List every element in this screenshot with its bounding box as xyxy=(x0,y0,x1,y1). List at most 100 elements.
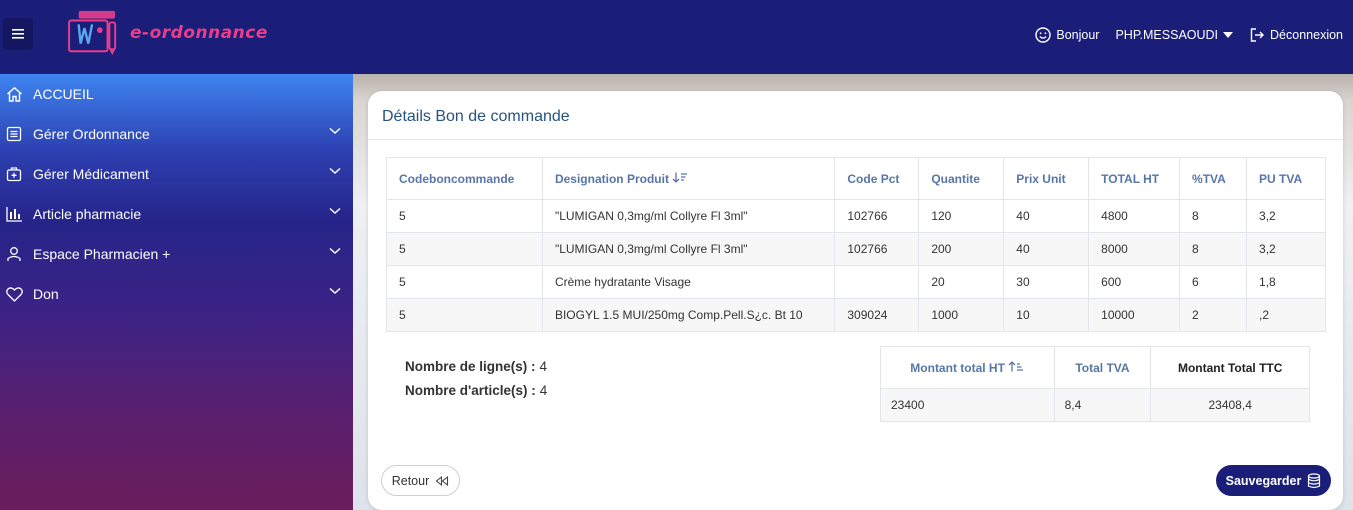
sort-asc-icon xyxy=(1008,360,1024,371)
cell-designation: Crème hydratante Visage xyxy=(541,265,836,299)
sidebar-item-label: Espace Pharmacien + xyxy=(33,246,171,262)
cell-pu-tva: 3,2 xyxy=(1246,199,1326,233)
cell-code: 5 xyxy=(386,265,543,299)
caret-down-icon xyxy=(1223,32,1234,38)
cell-montant-ht: 23400 xyxy=(880,388,1055,422)
cell-prix-unit: 40 xyxy=(1003,199,1090,233)
sidebar-item-label: Article pharmacie xyxy=(33,206,142,222)
cell-quantite: 120 xyxy=(918,199,1005,233)
chevron-down-icon xyxy=(329,207,341,215)
sidebar-item-accueil[interactable]: ACCUEIL xyxy=(0,74,353,114)
save-button[interactable]: Sauvegarder xyxy=(1216,465,1331,496)
logout-icon xyxy=(1250,28,1265,42)
sidebar-item-article-pharmacie[interactable]: Article pharmacie xyxy=(0,194,353,234)
cell-tva: 2 xyxy=(1179,298,1248,332)
list-icon xyxy=(5,125,23,143)
cell-tva: 8 xyxy=(1179,199,1248,233)
sidebar-item-label: Gérer Médicament xyxy=(33,166,149,182)
sidebar-item-espace-pharmacien[interactable]: Espace Pharmacien + xyxy=(0,234,353,274)
col-header-total-ht[interactable]: TOTAL HT xyxy=(1088,157,1181,200)
back-button[interactable]: Retour xyxy=(381,465,460,496)
page-title: Détails Bon de commande xyxy=(382,108,570,125)
logo-text: e-ordonnance xyxy=(130,23,268,43)
table-row[interactable]: 5 Crème hydratante Visage 20 30 600 6 1,… xyxy=(386,265,1326,299)
cell-designation: "LUMIGAN 0,3mg/ml Collyre Fl 3ml" xyxy=(541,232,836,266)
totals-header-row: Montant total HT Total TVA Montant Total… xyxy=(880,346,1310,389)
table-row[interactable]: 5 BIOGYL 1.5 MUI/250mg Comp.Pell.S¿c. Bt… xyxy=(386,298,1326,332)
order-lines-table: Codeboncommande Designation Produit Code… xyxy=(386,157,1326,332)
app-logo[interactable]: e-ordonnance xyxy=(66,8,268,58)
top-bar: e-ordonnance Bonjour PHP.MESSAOUDI Décon… xyxy=(0,0,1353,74)
table-header-row: Codeboncommande Designation Produit Code… xyxy=(386,157,1326,200)
table-row[interactable]: 5 "LUMIGAN 0,3mg/ml Collyre Fl 3ml" 1027… xyxy=(386,232,1326,266)
sidebar-item-label: Gérer Ordonnance xyxy=(33,126,150,142)
medical-kit-icon xyxy=(5,165,23,183)
logout-label: Déconnexion xyxy=(1270,28,1343,42)
order-summary: Nombre de ligne(s) :4 Nombre d'article(s… xyxy=(405,355,547,403)
cell-code: 5 xyxy=(386,298,543,332)
chevron-down-icon xyxy=(329,127,341,135)
home-icon xyxy=(5,85,23,103)
chevron-down-icon xyxy=(329,167,341,175)
table-row[interactable]: 23400 8,4 23408,4 xyxy=(880,388,1310,422)
col-header-prix-unit[interactable]: Prix Unit xyxy=(1003,157,1090,200)
cell-total-ht: 4800 xyxy=(1088,199,1181,233)
article-count: Nombre d'article(s) :4 xyxy=(405,379,547,403)
cell-tva: 8 xyxy=(1179,232,1248,266)
chevron-down-icon xyxy=(329,247,341,255)
cell-montant-ttc: 23408,4 xyxy=(1150,388,1310,422)
col-header-montant-total-ht[interactable]: Montant total HT xyxy=(880,346,1055,389)
sidebar-item-gerer-ordonnance[interactable]: Gérer Ordonnance xyxy=(0,114,353,154)
logo-mark-icon xyxy=(68,10,117,56)
col-header-code-pct[interactable]: Code Pct xyxy=(834,157,920,200)
sort-desc-icon xyxy=(672,172,688,183)
sidebar-item-label: Don xyxy=(33,286,59,302)
col-header-tva[interactable]: %TVA xyxy=(1179,157,1248,200)
cell-pu-tva: 3,2 xyxy=(1246,232,1326,266)
hamburger-icon xyxy=(12,29,24,39)
user-icon xyxy=(5,245,23,263)
col-header-montant-total-ttc[interactable]: Montant Total TTC xyxy=(1150,346,1310,389)
user-name: PHP.MESSAOUDI xyxy=(1115,28,1219,42)
cell-code: 5 xyxy=(386,232,543,266)
cell-total-tva: 8,4 xyxy=(1053,388,1152,422)
col-header-total-tva[interactable]: Total TVA xyxy=(1053,346,1152,389)
user-menu-dropdown[interactable]: PHP.MESSAOUDI xyxy=(1115,28,1234,42)
cell-total-ht: 8000 xyxy=(1088,232,1181,266)
cell-code: 5 xyxy=(386,199,543,233)
cell-code-pct: 102766 xyxy=(834,199,920,233)
col-header-quantite[interactable]: Quantite xyxy=(918,157,1005,200)
sidebar-item-don[interactable]: Don xyxy=(0,274,353,314)
database-icon xyxy=(1308,472,1321,488)
cell-total-ht: 600 xyxy=(1088,265,1181,299)
heart-icon xyxy=(5,285,23,303)
col-header-pu-tva[interactable]: PU TVA xyxy=(1246,157,1326,200)
menu-toggle-button[interactable] xyxy=(3,18,33,50)
cell-tva: 6 xyxy=(1179,265,1248,299)
cell-pu-tva: ,2 xyxy=(1246,298,1326,332)
logout-link[interactable]: Déconnexion xyxy=(1249,27,1343,43)
smile-icon xyxy=(1035,27,1052,43)
sidebar-item-label: ACCUEIL xyxy=(33,86,94,102)
line-count-label: Nombre de ligne(s) : xyxy=(405,359,536,374)
cell-pu-tva: 1,8 xyxy=(1246,265,1326,299)
user-area: Bonjour PHP.MESSAOUDI Déconnexion xyxy=(1035,0,1343,70)
cell-prix-unit: 30 xyxy=(1003,265,1090,299)
cell-quantite: 1000 xyxy=(918,298,1005,332)
sidebar-item-gerer-medicament[interactable]: Gérer Médicament xyxy=(0,154,353,194)
col-header-designation[interactable]: Designation Produit xyxy=(541,157,836,200)
greeting: Bonjour xyxy=(1035,27,1099,43)
cell-code-pct: 102766 xyxy=(834,232,920,266)
table-row[interactable]: 5 "LUMIGAN 0,3mg/ml Collyre Fl 3ml" 1027… xyxy=(386,199,1326,233)
cell-prix-unit: 10 xyxy=(1003,298,1090,332)
order-details-card: Détails Bon de commande Codeboncommande … xyxy=(368,91,1343,510)
cell-designation: BIOGYL 1.5 MUI/250mg Comp.Pell.S¿c. Bt 1… xyxy=(541,298,836,332)
line-count-value: 4 xyxy=(539,359,548,374)
cell-designation: "LUMIGAN 0,3mg/ml Collyre Fl 3ml" xyxy=(541,199,836,233)
cell-total-ht: 10000 xyxy=(1088,298,1181,332)
cell-quantite: 200 xyxy=(918,232,1005,266)
rewind-icon xyxy=(435,475,449,486)
bar-chart-icon xyxy=(5,205,23,223)
chevron-down-icon xyxy=(329,287,341,295)
col-header-codeboncommande[interactable]: Codeboncommande xyxy=(386,157,543,200)
